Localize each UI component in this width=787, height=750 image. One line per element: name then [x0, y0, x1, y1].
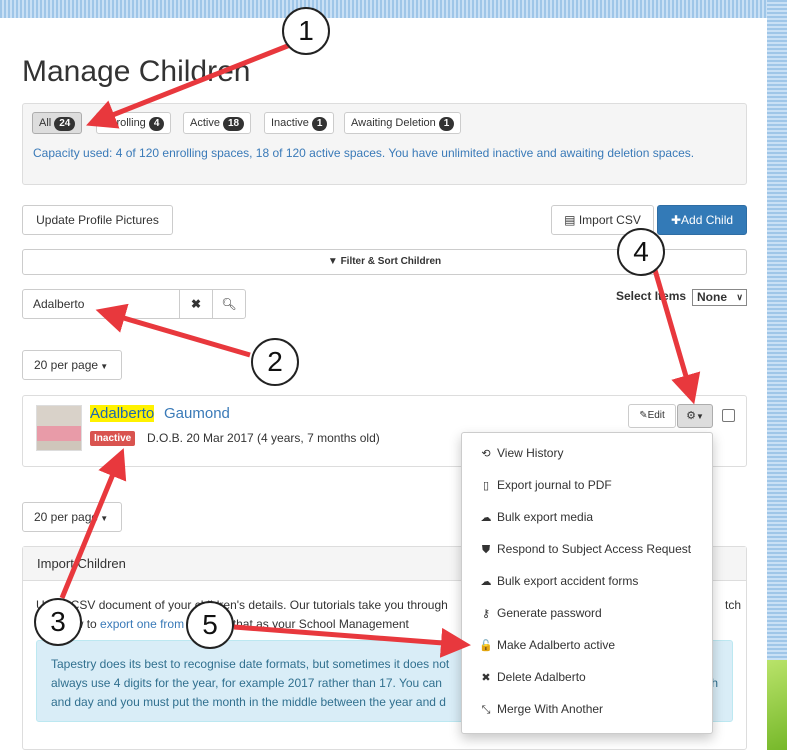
annotation-arrows: [59, 42, 701, 658]
callout-2: 2: [251, 338, 299, 386]
callout-1: 1: [282, 7, 330, 55]
callout-3: 3: [34, 598, 82, 646]
arrow-3: [59, 448, 127, 599]
arrow-1: [86, 42, 291, 129]
arrow-2: [95, 303, 251, 358]
arrow-5: [233, 624, 471, 658]
callout-5: 5: [186, 601, 234, 649]
callout-4: 4: [617, 228, 665, 276]
arrow-4: [652, 269, 701, 405]
